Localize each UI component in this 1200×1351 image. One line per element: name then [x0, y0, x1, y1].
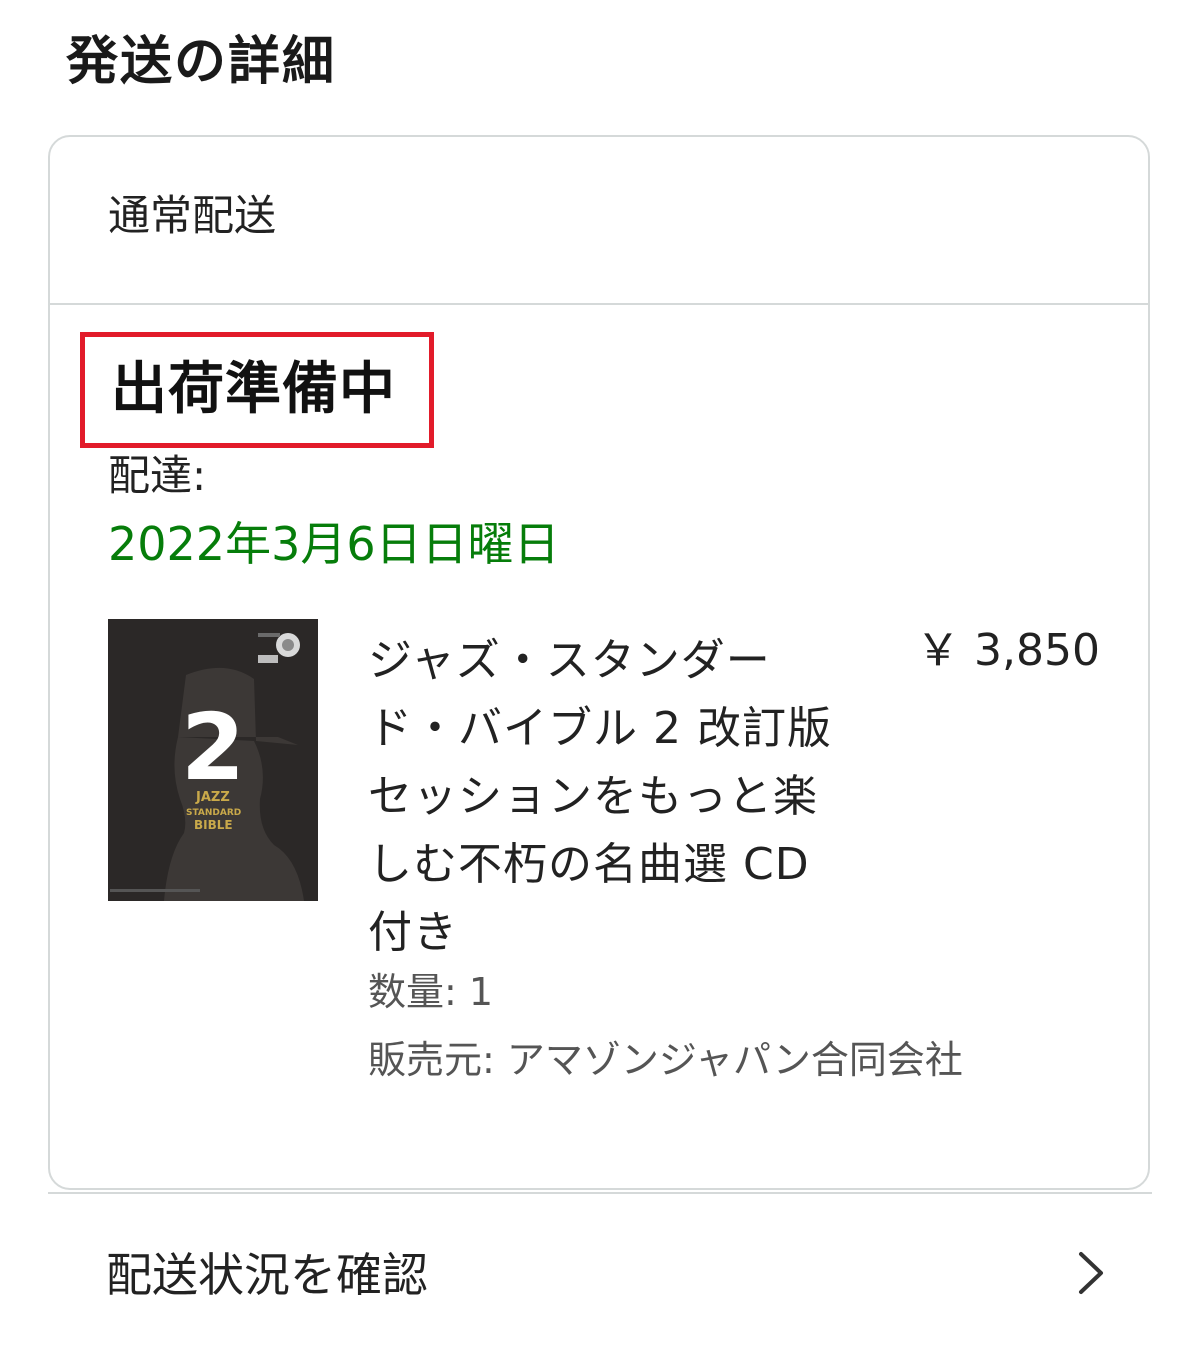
item-seller: 販売元: アマゾンジャパン合同会社	[368, 1038, 963, 1082]
cover-title-line-2: STANDARD	[186, 808, 241, 818]
shipment-card: 通常配送 出荷準備中 配達: 2022年3月6日日曜日 2 JAZZ STAND…	[48, 135, 1150, 1190]
cover-title-line-3: BIBLE	[194, 818, 233, 832]
section-title: 発送の詳細	[66, 32, 337, 92]
cover-number: 2	[181, 694, 245, 801]
item-title-link[interactable]: ジャズ・スタンダード・バイブル 2 改訂版 セッションをもっと楽しむ不朽の名曲選…	[368, 627, 848, 967]
delivery-date: 2022年3月6日日曜日	[108, 517, 560, 571]
shipment-status: 出荷準備中	[111, 357, 396, 422]
book-cover-image[interactable]: 2 JAZZ STANDARD BIBLE	[108, 619, 318, 901]
item-price: ￥ 3,850	[916, 625, 1100, 676]
chevron-right-icon	[1076, 1250, 1106, 1300]
card-divider	[50, 303, 1148, 305]
shipping-details-page: 発送の詳細 通常配送 出荷準備中 配達: 2022年3月6日日曜日 2 JAZZ…	[0, 0, 1200, 1351]
delivery-label: 配達:	[108, 451, 207, 500]
item-quantity: 数量: 1	[368, 970, 494, 1014]
track-shipment-label: 配送状況を確認	[106, 1248, 428, 1302]
track-shipment-row[interactable]: 配送状況を確認	[48, 1192, 1152, 1351]
book-cover-art: 2 JAZZ STANDARD BIBLE	[108, 619, 318, 901]
cover-title-line-1: JAZZ	[195, 790, 230, 805]
status-highlight-box: 出荷準備中	[80, 332, 434, 448]
shipping-type-label: 通常配送	[108, 191, 277, 240]
